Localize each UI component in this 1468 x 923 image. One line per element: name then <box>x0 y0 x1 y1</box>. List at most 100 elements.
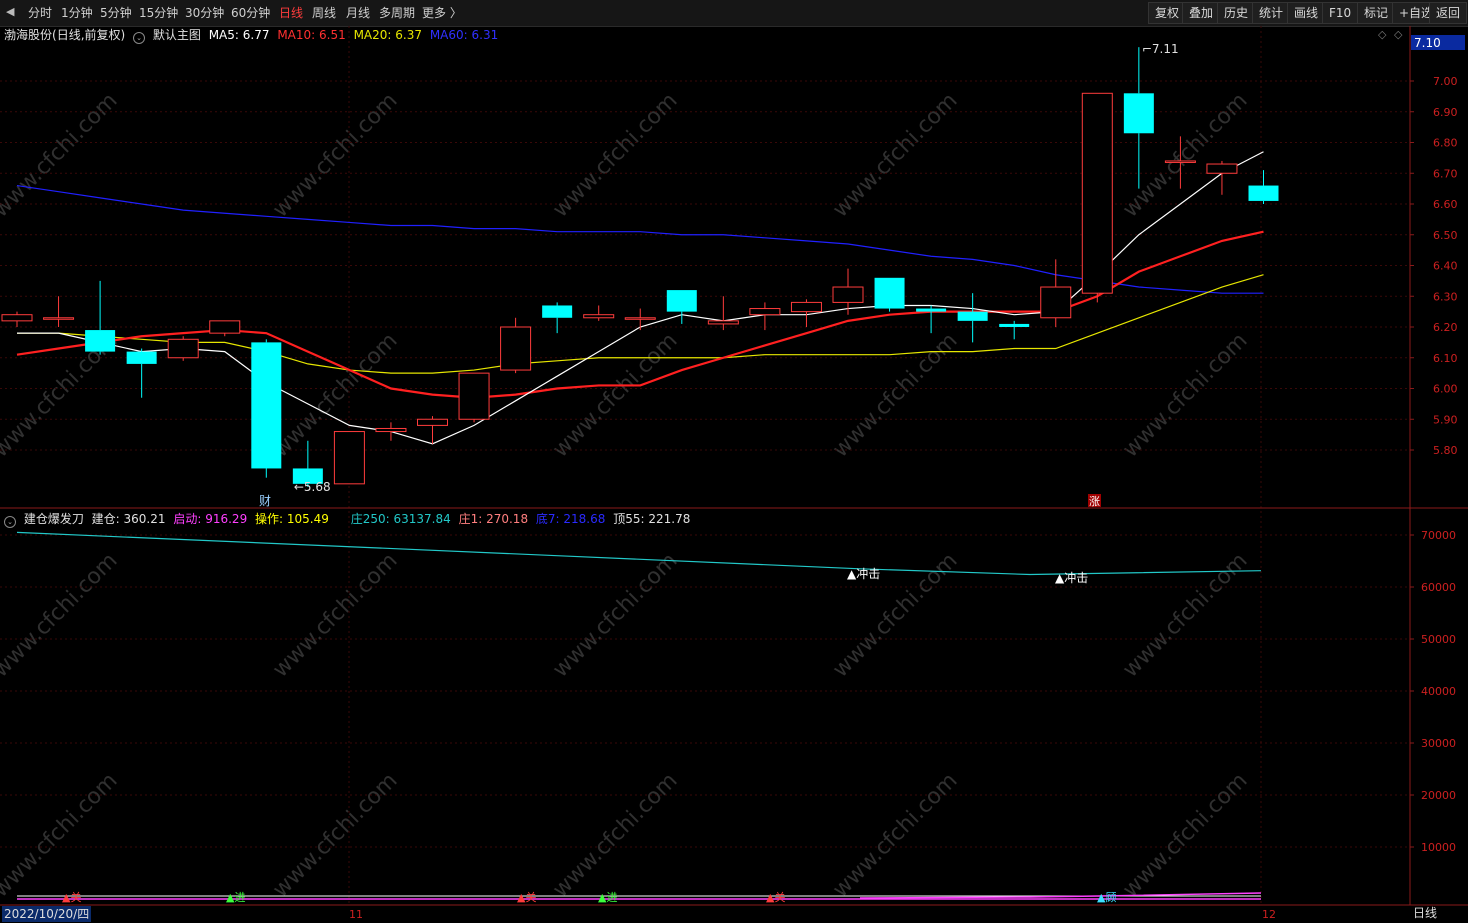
bottom-signal-marker: ▲关 <box>62 890 81 904</box>
return-button[interactable]: 返回 <box>1429 2 1468 24</box>
price-tick-label: 6.50 <box>1433 229 1458 242</box>
period-tab-1min[interactable]: 1分钟 <box>61 4 93 21</box>
watermark-text-12: www.cfchi.com <box>548 548 682 682</box>
watermark-text-13: www.cfchi.com <box>828 548 962 682</box>
candle-body-down <box>251 342 282 469</box>
f10-button[interactable]: F10 <box>1322 2 1359 24</box>
sub-tick-label: 30000 <box>1421 737 1456 750</box>
ma5-line <box>17 151 1264 445</box>
date-cursor-label: 2022/10/20/四 <box>2 906 92 922</box>
sub-tick-label: 40000 <box>1421 685 1456 698</box>
kline-chart: www.cfchi.com www.cfchi.com www.cfchi.com w… <box>0 26 1468 921</box>
caozuo-value: 操作: 105.49 <box>255 512 329 526</box>
price-tick-label: 6.20 <box>1433 321 1458 334</box>
watermark-text-11: www.cfchi.com <box>268 548 402 682</box>
watermark-text-15: www.cfchi.com <box>0 768 123 902</box>
candle-body-up <box>500 326 532 371</box>
period-tab-multi[interactable]: 多周期 <box>379 4 415 21</box>
mark-button[interactable]: 标记 <box>1357 2 1396 24</box>
candle-body-up <box>707 320 739 325</box>
axes-layer: 7.00 6.90 6.80 6.70 6.60 6.50 6.40 6.30 6.20 6.10… <box>0 26 1468 921</box>
main-chart-legend: 渤海股份(日线,前复权) ⌄ 默认主图 MA5: 6.77 MA10: 6.51… <box>4 26 502 44</box>
candle-body-up <box>458 372 490 420</box>
sub-tick-label: 10000 <box>1421 841 1456 854</box>
candle-body-down <box>292 468 323 484</box>
high-price-label: ⌐7.11 <box>1142 42 1179 56</box>
sub-chart-legend: ⌄ 建仓爆发刀 建仓: 360.21 启动: 916.29 操作: 105.49… <box>4 510 694 528</box>
ma10-polyline <box>16 230 1264 399</box>
watermark-text-7: www.cfchi.com <box>548 328 682 462</box>
stock-name[interactable]: 渤海股份 <box>4 28 52 42</box>
price-tick-label: 6.40 <box>1433 260 1458 273</box>
candle-body-up <box>1 314 33 322</box>
ma10-value: MA10: 6.51 <box>277 28 346 42</box>
ding55-value: 顶55: 221.78 <box>613 512 691 526</box>
diamond-icon: ◇ <box>1394 28 1403 41</box>
watermark-text-1: www.cfchi.com <box>268 88 402 222</box>
candle-body-up <box>1206 163 1238 174</box>
overlay-button[interactable]: 叠加 <box>1182 2 1221 24</box>
period-tab-month[interactable]: 月线 <box>346 4 370 21</box>
candle-body-up <box>1040 286 1072 319</box>
period-tab-5min[interactable]: 5分钟 <box>100 4 132 21</box>
candle-body-down <box>1123 93 1154 134</box>
candle-body-up <box>375 427 407 433</box>
candle-body-down <box>85 330 116 352</box>
indicator-name[interactable]: 建仓爆发刀 <box>24 512 84 526</box>
watermark-text-10: www.cfchi.com <box>0 548 123 682</box>
watermark-text-18: www.cfchi.com <box>828 768 962 902</box>
grid-layer <box>0 26 1410 905</box>
annotation-layer: ⌐7.11 ←5.68 财 涨 <box>259 42 1179 508</box>
triangle-left-icon[interactable]: ◀ <box>6 5 14 18</box>
chevron-down-icon[interactable]: ⌄ <box>4 516 16 528</box>
price-tick-label: 6.60 <box>1433 198 1458 211</box>
chevron-down-icon[interactable]: ⌄ <box>133 32 146 44</box>
period-tab-60min[interactable]: 60分钟 <box>231 4 270 21</box>
watermark-text-5: www.cfchi.com <box>0 328 123 462</box>
statistics-button[interactable]: 统计 <box>1252 2 1291 24</box>
period-tab-more[interactable]: 更多 〉 <box>422 4 462 21</box>
candle-body-down <box>916 308 947 312</box>
chongji-marker: ▲冲击 <box>1055 570 1088 585</box>
candle-body-up <box>624 317 656 320</box>
template-name[interactable]: 默认主图 <box>153 28 201 42</box>
bottom-signal-marker: ▲进 <box>598 891 617 904</box>
draw-line-button[interactable]: 画线 <box>1287 2 1326 24</box>
history-button[interactable]: 历史 <box>1217 2 1256 24</box>
period-tab-30min[interactable]: 30分钟 <box>185 4 224 21</box>
zhuang250-value: 庄250: 63137.84 <box>350 512 451 526</box>
bottom-signal-marker: ▲关 <box>517 890 536 904</box>
candle-body-down <box>1248 185 1279 201</box>
candle-body-up <box>1164 160 1196 163</box>
ma60-polyline <box>16 184 1264 294</box>
ma20-polyline <box>17 274 1264 374</box>
sub-tick-label: 20000 <box>1421 789 1456 802</box>
bottom-signal-marker: ▲顾 <box>1097 891 1116 904</box>
qidong-value: 启动: 916.29 <box>173 512 248 526</box>
di7-value: 底7: 218.68 <box>535 512 606 526</box>
candle-body-up <box>1081 92 1113 294</box>
price-tick-label: 6.10 <box>1433 352 1458 365</box>
price-tick-label: 5.90 <box>1433 413 1458 426</box>
ma20-line <box>17 274 1264 374</box>
candle-body-up <box>333 431 365 485</box>
price-tick-label: 6.70 <box>1433 167 1458 180</box>
period-tab-15min[interactable]: 15分钟 <box>139 4 178 21</box>
ma5-value: MA5: 6.77 <box>208 28 270 42</box>
price-tick-label: 6.00 <box>1433 383 1458 396</box>
candle-body-down <box>999 323 1030 327</box>
bottom-signal-marker: ▲进 <box>226 891 245 904</box>
watermark-layer: www.cfchi.com www.cfchi.com www.cfchi.com w… <box>0 88 1253 902</box>
watermark-text-9: www.cfchi.com <box>1118 328 1252 462</box>
current-price-tag <box>1411 35 1465 50</box>
restore-rights-button[interactable]: 复权 <box>1148 2 1187 24</box>
period-tab-fenshi[interactable]: 分时 <box>28 4 52 21</box>
period-tab-week[interactable]: 周线 <box>312 4 336 21</box>
candle-body-up <box>832 286 864 303</box>
candle-body-up <box>790 301 822 313</box>
current-price-label: 7.10 <box>1414 36 1441 50</box>
watermark-text-2: www.cfchi.com <box>548 88 682 222</box>
period-tab-day[interactable]: 日线 <box>279 4 303 21</box>
candle-body-up <box>583 314 615 319</box>
candle-body-up <box>209 320 241 334</box>
